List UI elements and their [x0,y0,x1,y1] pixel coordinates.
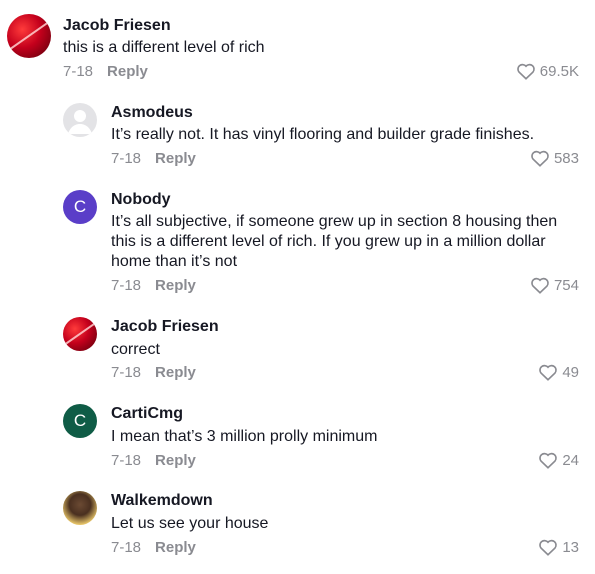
reply-button[interactable]: Reply [107,63,148,80]
like-button[interactable]: 583 [530,149,579,167]
comment-meta: 7-18 Reply [63,63,148,80]
avatar[interactable] [63,103,97,137]
comment-meta: 7-18 Reply [111,364,196,381]
username[interactable]: Walkemdown [111,492,213,510]
comment-date: 7-18 [111,150,142,167]
comment-date: 7-18 [111,452,142,469]
heart-icon [516,63,535,80]
like-button[interactable]: 13 [538,538,579,556]
username[interactable]: Asmodeus [111,104,193,122]
comment-text: this is a different level of rich [63,39,265,56]
comment-text: It’s really not. It has vinyl flooring a… [111,126,535,143]
like-count: 49 [562,363,579,381]
like-count: 583 [553,149,579,167]
comment-date: 7-18 [111,539,142,556]
reply-button[interactable]: Reply [155,539,196,556]
like-button[interactable]: 49 [538,363,579,381]
avatar[interactable]: C [63,404,97,438]
like-button[interactable]: 754 [530,276,579,294]
comment-meta: 7-18 Reply [111,452,196,469]
comment-date: 7-18 [111,364,142,381]
reply-button[interactable]: Reply [155,452,196,469]
like-count: 24 [562,451,579,469]
like-button[interactable]: 69.5K [516,62,579,80]
avatar[interactable] [7,14,51,58]
username[interactable]: Jacob Friesen [63,17,171,35]
default-user-icon [68,110,92,134]
like-count: 69.5K [539,62,579,80]
heart-icon [539,539,558,556]
comment-date: 7-18 [111,277,142,294]
comment-meta: 7-18 Reply [111,539,196,556]
like-count: 13 [562,538,579,556]
heart-icon [531,277,549,294]
reply-button[interactable]: Reply [155,364,196,381]
comment-date: 7-18 [63,63,94,80]
comment-text: correct [111,341,160,358]
comment-meta: 7-18 Reply [111,150,196,167]
reply-button[interactable]: Reply [155,277,196,294]
avatar-letter: C [73,411,87,430]
avatar[interactable] [63,491,97,525]
username[interactable]: Nobody [111,191,171,209]
heart-icon [539,364,558,381]
comment-text: Let us see your house [111,515,269,532]
reply-button[interactable]: Reply [155,150,196,167]
comment-text: It’s all subjective, if someone grew up … [111,213,558,270]
like-count: 754 [553,276,579,294]
heart-icon [539,452,558,469]
heart-icon [531,150,549,167]
comment-meta: 7-18 Reply [111,277,196,294]
like-button[interactable]: 24 [538,451,579,469]
avatar[interactable]: C [63,190,97,224]
avatar[interactable] [63,317,97,351]
username[interactable]: CartiCmg [111,405,183,423]
comment-text: I mean that’s 3 million prolly minimum [111,428,378,445]
username[interactable]: Jacob Friesen [111,318,219,336]
avatar-letter: C [73,197,87,216]
